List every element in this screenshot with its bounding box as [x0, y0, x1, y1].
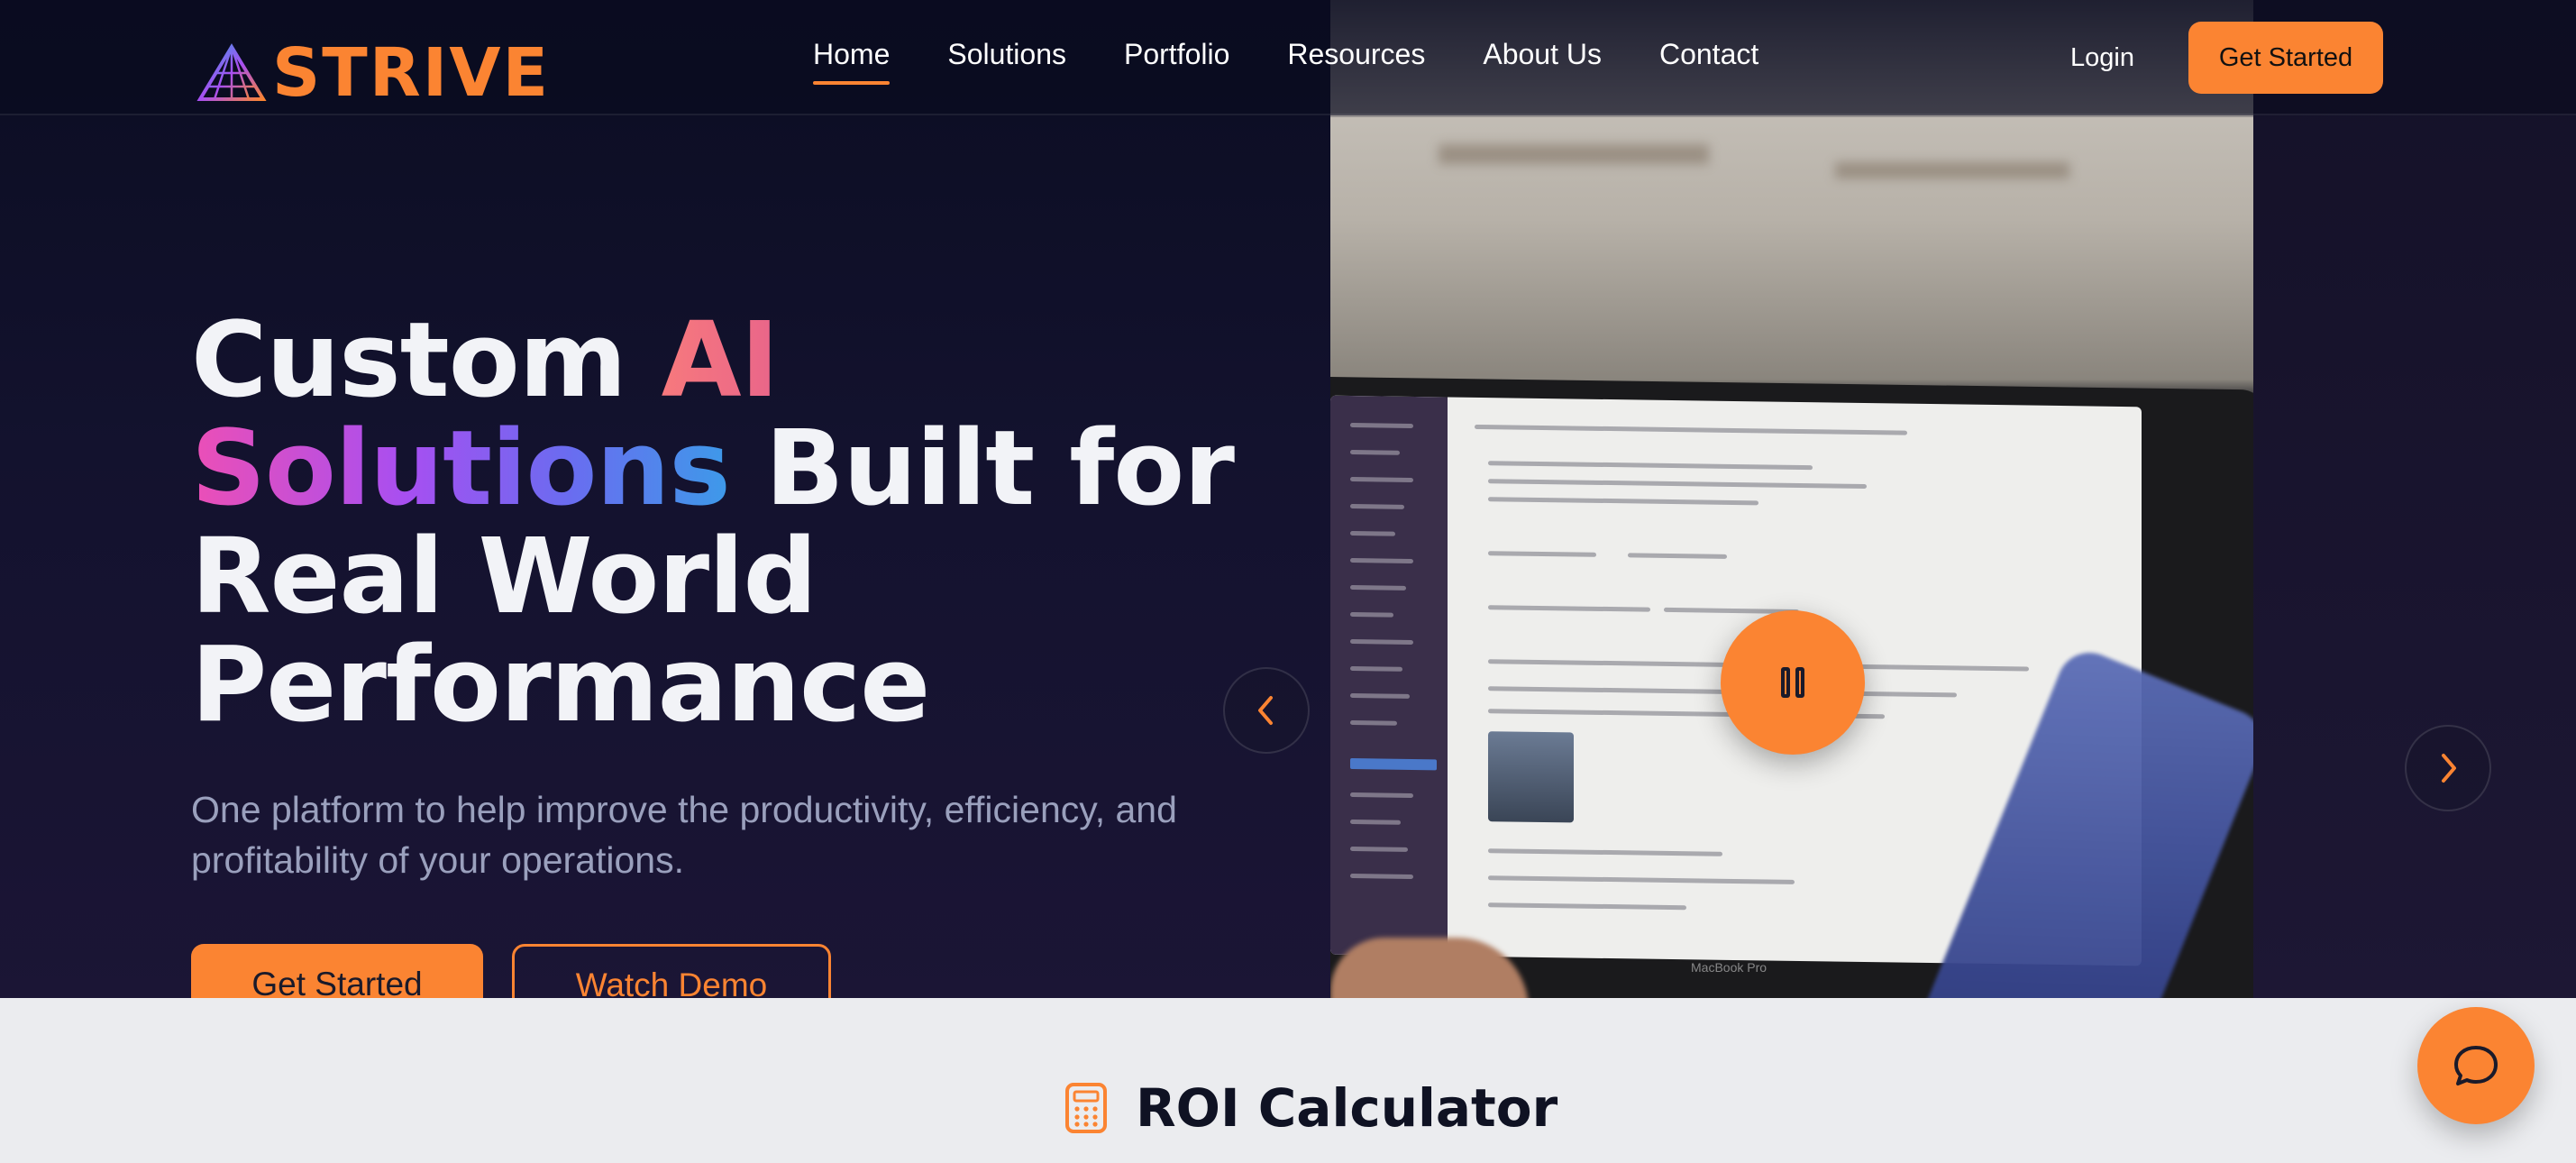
roi-heading: ROI Calculator: [1064, 1078, 1557, 1138]
nav-home[interactable]: Home: [813, 36, 891, 85]
top-nav: STRIVE Home Solutions Portfolio Resource…: [0, 0, 2576, 115]
chat-button[interactable]: [2417, 1007, 2535, 1124]
nav-resources[interactable]: Resources: [1287, 36, 1425, 72]
headline-text: Performance: [191, 625, 930, 746]
login-link[interactable]: Login: [2070, 41, 2134, 75]
watch-demo-button[interactable]: Watch Demo: [512, 944, 831, 998]
pause-icon: [1781, 667, 1790, 698]
nav-portfolio[interactable]: Portfolio: [1124, 36, 1229, 72]
hero-right-backdrop: [2253, 0, 2576, 998]
headline-highlight-ai: AI: [661, 300, 780, 421]
calculator-icon: [1065, 1083, 1107, 1133]
laptop-brand-label: MacBook Pro: [1691, 960, 1768, 975]
roi-title: ROI Calculator: [1136, 1077, 1558, 1139]
nav-about-us[interactable]: About Us: [1483, 36, 1602, 72]
headline-text: Built for: [729, 408, 1235, 529]
hero-section: MacBook Pro Custom AI Solutions Built fo…: [0, 0, 2576, 998]
hero-headline: Custom AI Solutions Built for Real World…: [191, 307, 1318, 739]
nav-solutions[interactable]: Solutions: [947, 36, 1066, 72]
screen-sidebar: [1330, 395, 1448, 957]
nav-get-started-button[interactable]: Get Started: [2188, 22, 2383, 94]
get-started-button[interactable]: Get Started: [191, 944, 483, 998]
logo[interactable]: STRIVE: [196, 40, 550, 106]
carousel-next-button[interactable]: [2405, 725, 2491, 811]
pause-button[interactable]: [1721, 610, 1865, 755]
strive-logo-icon: [196, 43, 267, 101]
background-shelf: [1835, 162, 2069, 179]
chat-bubble-icon: [2454, 1046, 2498, 1085]
headline-text: Real World: [191, 517, 818, 637]
headline-text: Custom: [191, 300, 662, 421]
hero-subtitle: One platform to help improve the product…: [191, 789, 1177, 881]
nav-contact[interactable]: Contact: [1659, 36, 1758, 72]
background-shelf: [1439, 144, 1709, 164]
brand-name: STRIVE: [272, 34, 551, 112]
hero-media[interactable]: MacBook Pro: [1330, 0, 2253, 998]
chevron-right-icon: [2442, 754, 2456, 783]
pause-icon-bar: [1795, 667, 1804, 698]
headline-highlight-solutions: Solutions: [191, 408, 731, 529]
main-nav: Home Solutions Portfolio Resources About…: [813, 36, 1816, 85]
